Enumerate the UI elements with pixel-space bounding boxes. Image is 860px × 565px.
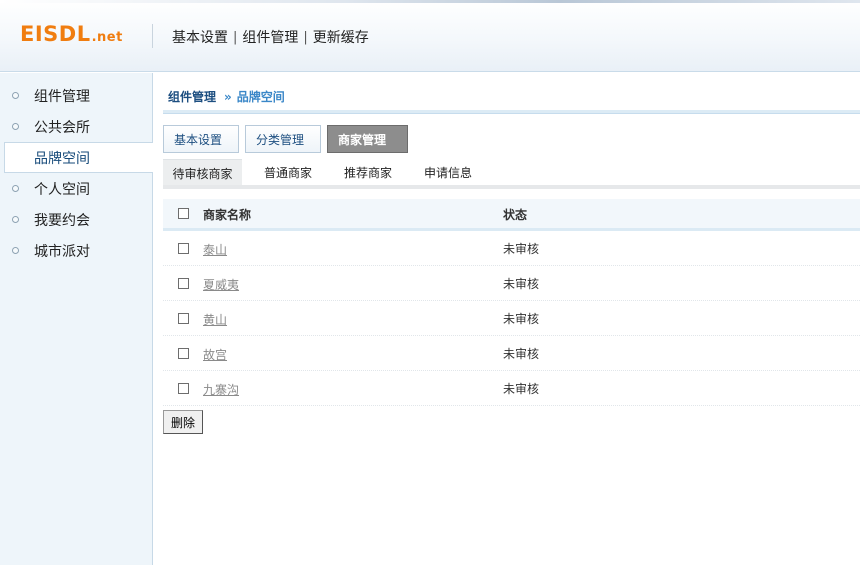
table-row: 九寨沟 未审核 [163, 371, 860, 406]
breadcrumb-root[interactable]: 组件管理 [168, 90, 216, 104]
top-nav-divider: | [303, 29, 308, 45]
sidebar-item-label: 品牌空间 [34, 150, 90, 167]
status-text: 未审核 [503, 382, 540, 396]
tab-merchant-management[interactable]: 商家管理 [327, 125, 408, 153]
row-checkbox[interactable] [178, 348, 189, 359]
table-row: 泰山 未审核 [163, 231, 860, 266]
table-row: 黄山 未审核 [163, 301, 860, 336]
column-header-merchant-name: 商家名称 [203, 208, 252, 222]
sidebar-item-label: 组件管理 [34, 88, 90, 105]
sidebar-item-label: 个人空间 [34, 181, 90, 198]
breadcrumb-current: 品牌空间 [236, 90, 285, 104]
sidebar: 组件管理 公共会所 品牌空间 个人空间 我要约会 城市派对 [0, 73, 154, 565]
header: EISDL.net 基本设置 | 组件管理 | 更新缓存 [0, 0, 860, 72]
merchant-name-link[interactable]: 黄山 [203, 311, 227, 328]
header-divider [152, 24, 153, 48]
select-all-checkbox[interactable] [178, 208, 189, 219]
sidebar-item-dating[interactable]: 我要约会 [0, 204, 153, 235]
logo: EISDL.net [20, 22, 123, 50]
bullet-icon [12, 185, 19, 192]
subtab-application-info[interactable]: 申请信息 [409, 159, 487, 186]
row-checkbox[interactable] [178, 278, 189, 289]
sidebar-item-label: 公共会所 [34, 119, 90, 136]
subtab-recommended-merchants[interactable]: 推荐商家 [329, 159, 407, 186]
tab-basic-settings[interactable]: 基本设置 [163, 125, 239, 153]
bullet-icon [12, 247, 19, 254]
top-nav-item-basic-settings[interactable]: 基本设置 [172, 27, 228, 47]
header-top-border [0, 0, 860, 3]
top-nav: 基本设置 | 组件管理 | 更新缓存 [172, 27, 369, 47]
top-nav-item-update-cache[interactable]: 更新缓存 [313, 27, 369, 47]
sidebar-item-label: 城市派对 [34, 243, 90, 260]
bullet-icon [12, 92, 19, 99]
table-header: 商家名称 状态 [163, 199, 860, 231]
row-checkbox[interactable] [178, 383, 189, 394]
status-text: 未审核 [503, 347, 540, 361]
sidebar-item-personal-space[interactable]: 个人空间 [0, 173, 153, 204]
bullet-icon [12, 123, 19, 130]
tab-category-management[interactable]: 分类管理 [245, 125, 321, 153]
row-checkbox[interactable] [178, 243, 189, 254]
sidebar-item-label: 我要约会 [34, 212, 90, 229]
merchant-name-link[interactable]: 故宫 [203, 346, 227, 363]
top-nav-divider: | [233, 29, 238, 45]
merchant-name-link[interactable]: 九寨沟 [203, 381, 239, 398]
top-nav-item-component-management[interactable]: 组件管理 [242, 27, 298, 47]
status-text: 未审核 [503, 242, 540, 256]
logo-main-text: EISDL [20, 22, 91, 46]
breadcrumb: 组件管理 » 品牌空间 [168, 88, 285, 105]
merchant-name-link[interactable]: 泰山 [203, 241, 227, 258]
subtab-pending-merchants[interactable]: 待审核商家 [163, 159, 242, 186]
breadcrumb-separator: » [224, 90, 232, 104]
breadcrumb-underline [163, 110, 860, 114]
subtab-underline [163, 185, 860, 189]
table-row: 故宫 未审核 [163, 336, 860, 371]
column-header-status: 状态 [503, 208, 528, 222]
status-text: 未审核 [503, 312, 540, 326]
sidebar-item-public-club[interactable]: 公共会所 [0, 111, 153, 142]
sidebar-item-city-party[interactable]: 城市派对 [0, 235, 153, 266]
bullet-icon [12, 216, 19, 223]
main-content: 组件管理 » 品牌空间 基本设置 分类管理 商家管理 待审核商家 普通商家 推荐商家… [153, 73, 860, 565]
merchant-name-link[interactable]: 夏威夷 [203, 276, 239, 293]
sidebar-item-component-management[interactable]: 组件管理 [0, 80, 153, 111]
subtab-regular-merchants[interactable]: 普通商家 [249, 159, 327, 186]
table-row: 夏威夷 未审核 [163, 266, 860, 301]
logo-suffix-text: .net [91, 30, 123, 45]
delete-button[interactable]: 删除 [163, 410, 203, 434]
status-text: 未审核 [503, 277, 540, 291]
sidebar-item-brand-space[interactable]: 品牌空间 [4, 142, 154, 173]
row-checkbox[interactable] [178, 313, 189, 324]
